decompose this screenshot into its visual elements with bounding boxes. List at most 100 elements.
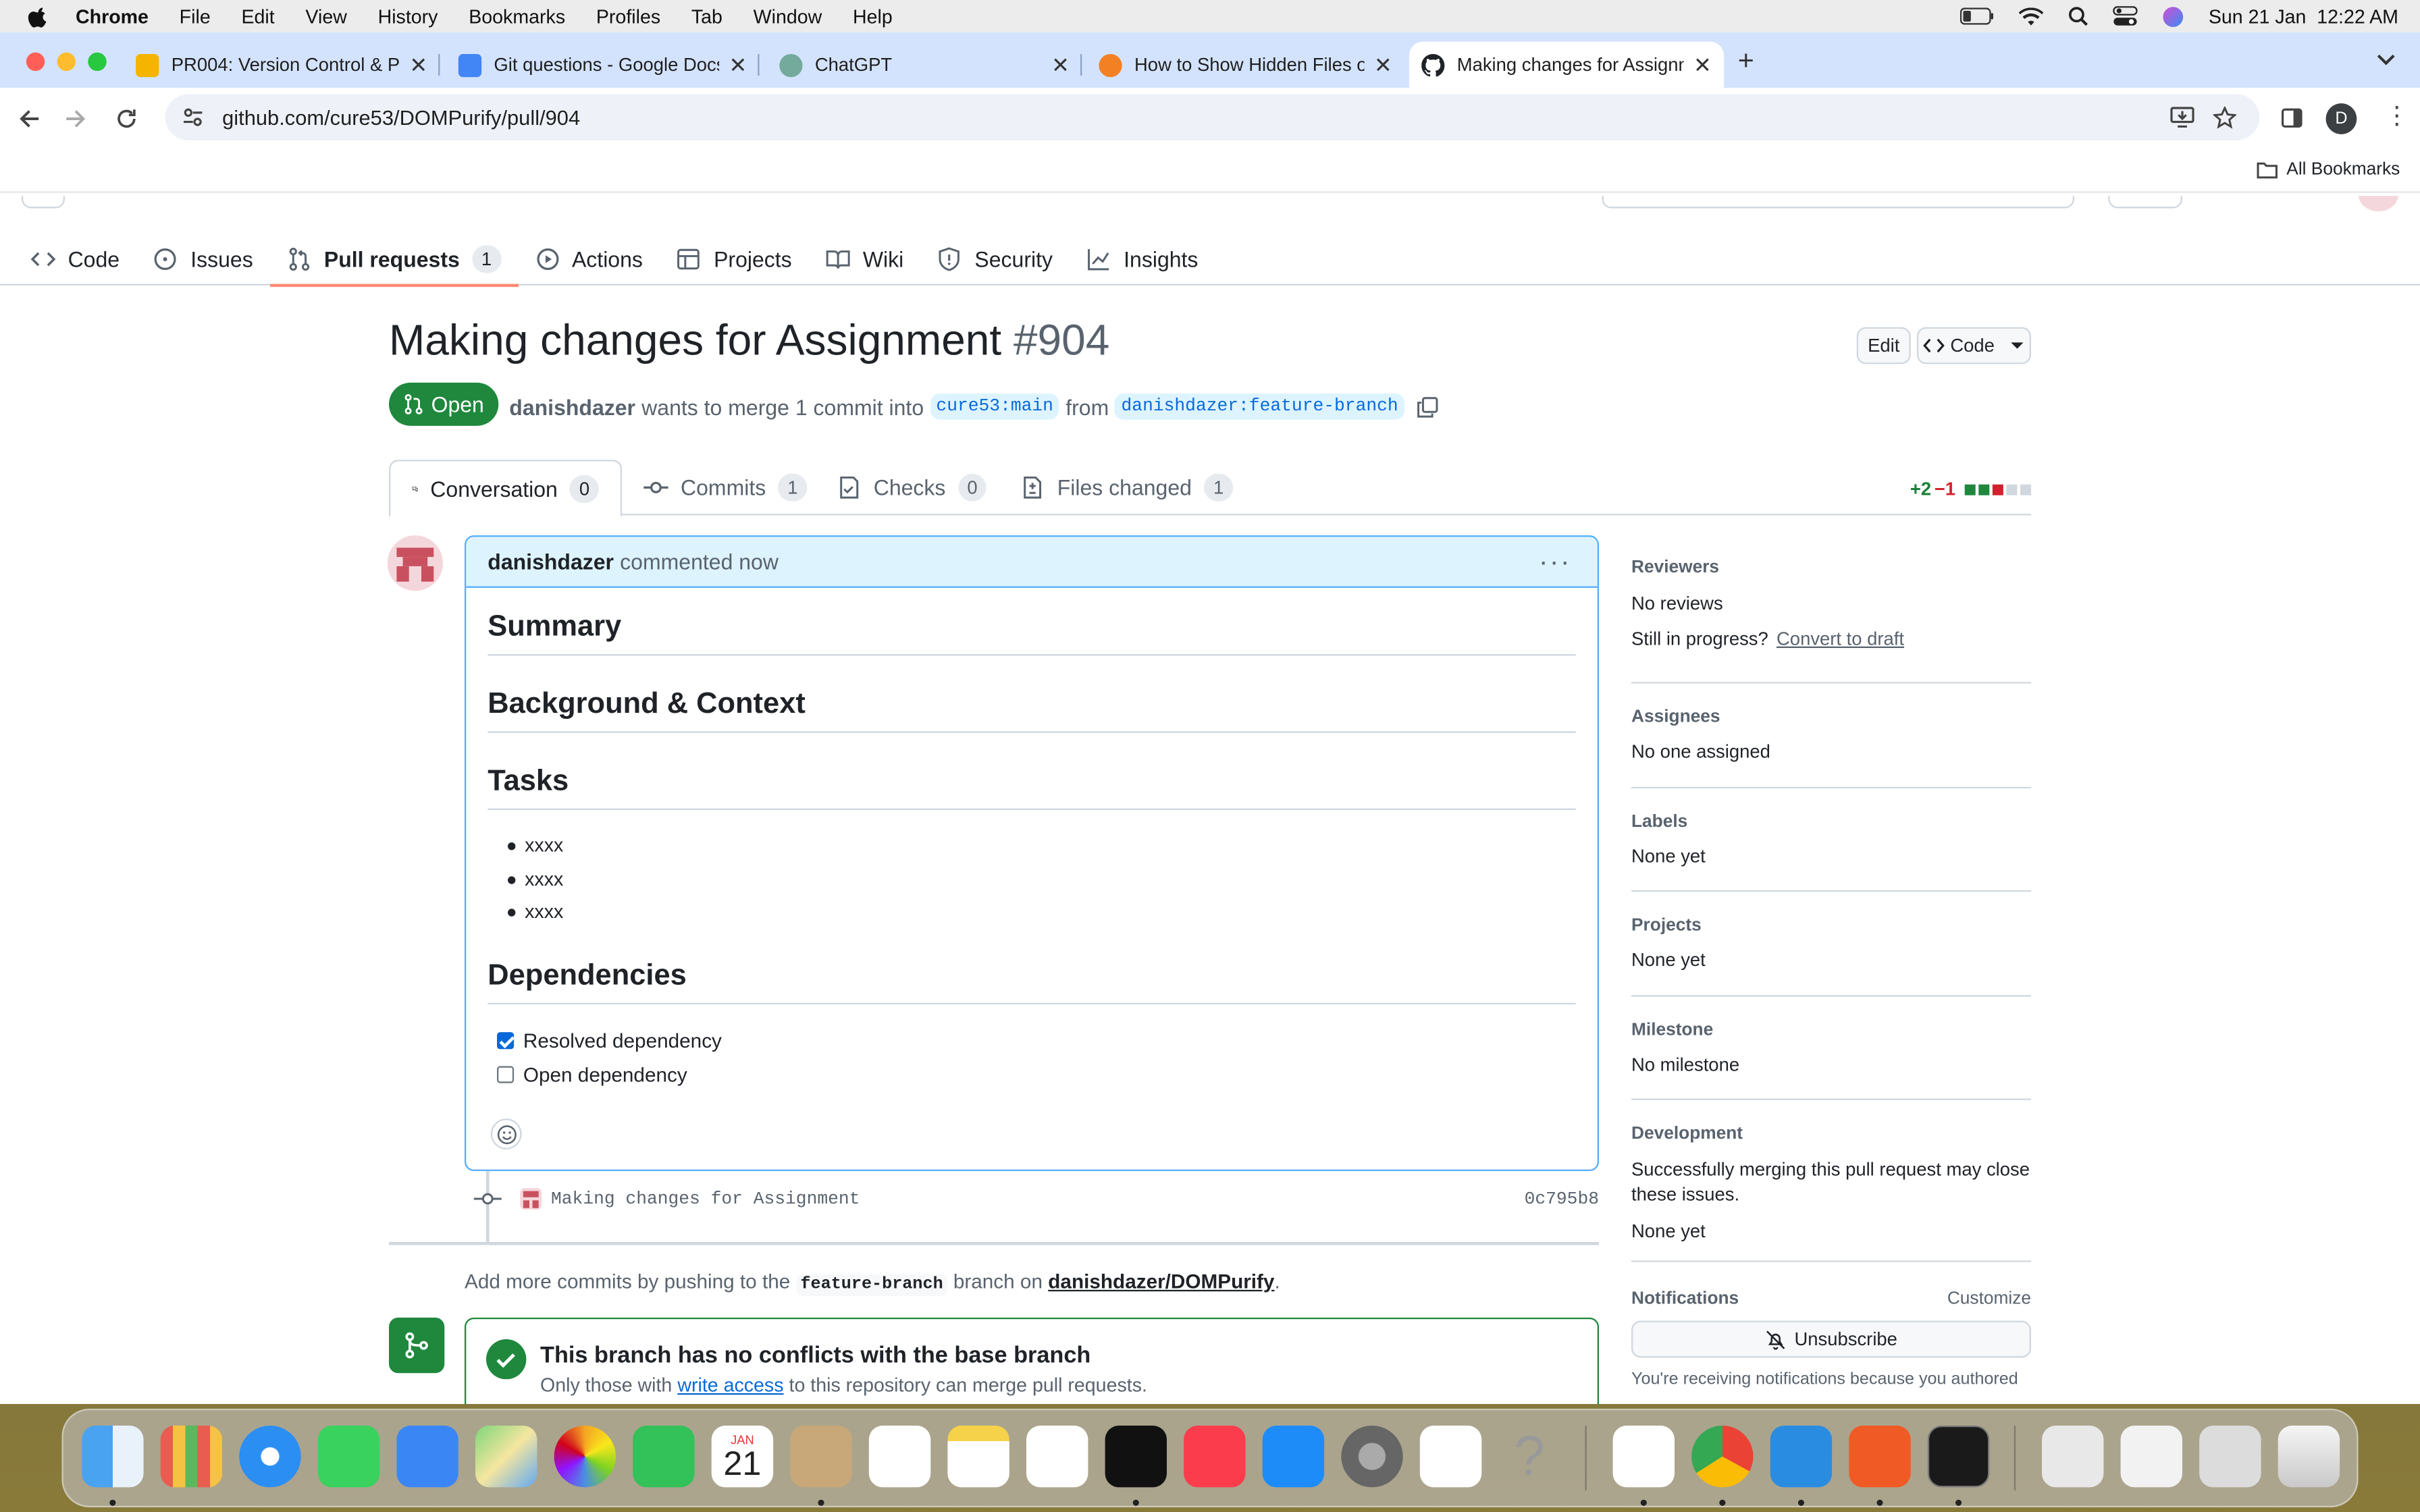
base-branch[interactable]: cure53:main [930, 393, 1060, 420]
hamburger-button[interactable] [22, 196, 65, 209]
more-options-icon[interactable]: ··· [1539, 545, 1571, 578]
head-branch[interactable]: danishdazer:feature-branch [1115, 393, 1404, 420]
push-note-repo-link[interactable]: danishdazer/DOMPurify [1048, 1270, 1274, 1293]
control-center-icon[interactable] [2113, 6, 2138, 26]
zoom-window-button[interactable] [88, 52, 107, 72]
slack-icon[interactable] [1612, 1426, 1675, 1488]
wifi-icon[interactable] [2018, 7, 2044, 25]
browser-tab-2[interactable]: Git questions - Google Docs ✕ [446, 42, 760, 88]
diffstat[interactable]: +2 −1 [1910, 479, 2032, 500]
calendar-icon[interactable]: JAN 21 [711, 1426, 774, 1488]
browser-tab-4[interactable]: How to Show Hidden Files on ✕ [1086, 42, 1404, 88]
help-icon[interactable]: ? [1498, 1425, 1560, 1487]
vscode-icon[interactable] [1770, 1426, 1833, 1488]
mail-icon[interactable] [396, 1426, 458, 1488]
siri-icon[interactable] [2162, 5, 2184, 27]
menu-window[interactable]: Window [754, 5, 822, 27]
trash-icon[interactable] [2278, 1426, 2340, 1488]
finder-icon[interactable] [82, 1426, 144, 1488]
create-new-button[interactable] [2108, 196, 2183, 209]
terminal-icon[interactable] [1927, 1426, 1990, 1488]
close-tab-icon[interactable]: ✕ [1693, 52, 1712, 78]
spotlight-search-icon[interactable] [2068, 6, 2088, 26]
write-access-link[interactable]: write access [677, 1375, 783, 1397]
menu-history[interactable]: History [378, 5, 438, 27]
labels-label[interactable]: Labels [1631, 813, 2031, 832]
menubar-clock[interactable]: Sun 21 Jan 12:22 AM [2209, 5, 2398, 27]
reload-icon[interactable] [115, 108, 137, 130]
side-panel-icon[interactable] [2281, 108, 2303, 128]
launchpad-icon[interactable] [160, 1426, 223, 1488]
menu-tab[interactable]: Tab [691, 5, 722, 27]
repo-nav-wiki[interactable]: Wiki [809, 233, 921, 286]
tab-conversation[interactable]: Conversation 0 [389, 460, 623, 517]
browser-tab-1[interactable]: PR004: Version Control & Pul ✕ [124, 42, 440, 88]
reviewers-label[interactable]: Reviewers [1631, 558, 2031, 576]
profile-avatar[interactable]: D [2325, 103, 2357, 134]
customize-link[interactable]: Customize [1947, 1290, 2031, 1308]
development-label[interactable]: Development [1631, 1125, 2031, 1143]
apple-tv-icon[interactable] [1105, 1426, 1167, 1488]
system-settings-icon[interactable] [1341, 1426, 1403, 1488]
preview-file-icon[interactable] [2042, 1426, 2104, 1488]
comment-author[interactable]: danishdazer [488, 549, 614, 574]
apple-icon[interactable] [28, 5, 49, 27]
install-app-icon[interactable] [2170, 107, 2195, 128]
facetime-icon[interactable] [633, 1426, 695, 1488]
brave-icon[interactable] [1849, 1426, 1911, 1488]
minimize-window-button[interactable] [57, 52, 76, 72]
checkbox-unchecked[interactable] [497, 1066, 515, 1083]
task-checkbox-item[interactable]: Open dependency [497, 1063, 687, 1086]
repo-nav-code[interactable]: Code [14, 233, 137, 286]
battery-icon[interactable] [1959, 7, 1994, 25]
code-dropdown-button[interactable]: Code [1916, 327, 2032, 364]
repo-nav-issues[interactable]: Issues [136, 233, 270, 286]
menu-profiles[interactable]: Profiles [596, 5, 660, 27]
close-tab-icon[interactable]: ✕ [1374, 52, 1392, 78]
forward-arrow-icon[interactable] [65, 108, 86, 130]
commit-message[interactable]: Making changes for Assignment [551, 1189, 860, 1209]
chrome-icon[interactable] [1691, 1426, 1754, 1488]
close-tab-icon[interactable]: ✕ [409, 52, 427, 78]
repo-nav-pull-requests[interactable]: Pull requests 1 [269, 233, 518, 288]
user-avatar[interactable] [2358, 196, 2399, 212]
chrome-menu-icon[interactable]: ⋮ [2384, 103, 2409, 131]
repo-nav-projects[interactable]: Projects [660, 233, 809, 286]
menu-file[interactable]: File [180, 5, 211, 27]
projects-label[interactable]: Projects [1631, 917, 2031, 935]
app-store-icon[interactable] [1262, 1426, 1325, 1488]
menu-app-name[interactable]: Chrome [76, 5, 149, 27]
author-avatar[interactable] [387, 535, 443, 591]
jpeg-file-icon[interactable] [2120, 1426, 2183, 1488]
notes-icon[interactable] [947, 1426, 1009, 1488]
milestone-label[interactable]: Milestone [1631, 1021, 2031, 1040]
close-tab-icon[interactable]: ✕ [729, 52, 747, 78]
task-checkbox-item[interactable]: Resolved dependency [497, 1029, 722, 1052]
repo-nav-security[interactable]: Security [920, 233, 1070, 286]
back-arrow-icon[interactable] [18, 108, 40, 130]
all-bookmarks-button[interactable]: All Bookmarks [2256, 161, 2400, 179]
menu-help[interactable]: Help [853, 5, 893, 27]
address-bar[interactable]: github.com/cure53/DOMPurify/pull/904 [165, 94, 2260, 141]
screenshot-file-icon[interactable] [2199, 1426, 2261, 1488]
site-info-icon[interactable] [182, 107, 204, 128]
pr-author-link[interactable]: danishdazer [509, 394, 635, 419]
new-tab-icon[interactable]: + [1738, 45, 1754, 77]
tab-commits[interactable]: Commits 1 [622, 460, 828, 515]
unsubscribe-button[interactable]: Unsubscribe [1631, 1320, 2032, 1358]
reminders-icon[interactable] [868, 1426, 931, 1488]
contacts-icon[interactable] [790, 1426, 852, 1488]
close-window-button[interactable] [26, 52, 45, 72]
copy-icon[interactable] [1417, 396, 1438, 417]
menu-view[interactable]: View [305, 5, 346, 27]
convert-to-draft-link[interactable]: Convert to draft [1777, 628, 1904, 649]
commit-sha[interactable]: 0c795b8 [1525, 1189, 1599, 1209]
edit-title-button[interactable]: Edit [1856, 327, 1911, 364]
music-icon[interactable] [1184, 1426, 1246, 1488]
slack-icon[interactable] [1419, 1426, 1482, 1488]
menu-bookmarks[interactable]: Bookmarks [469, 5, 565, 27]
browser-tab-3[interactable]: ChatGPT ✕ [767, 42, 1082, 88]
safari-icon[interactable] [239, 1426, 301, 1488]
checkbox-checked[interactable] [497, 1032, 515, 1050]
tab-checks[interactable]: Checks 0 [815, 460, 1009, 515]
